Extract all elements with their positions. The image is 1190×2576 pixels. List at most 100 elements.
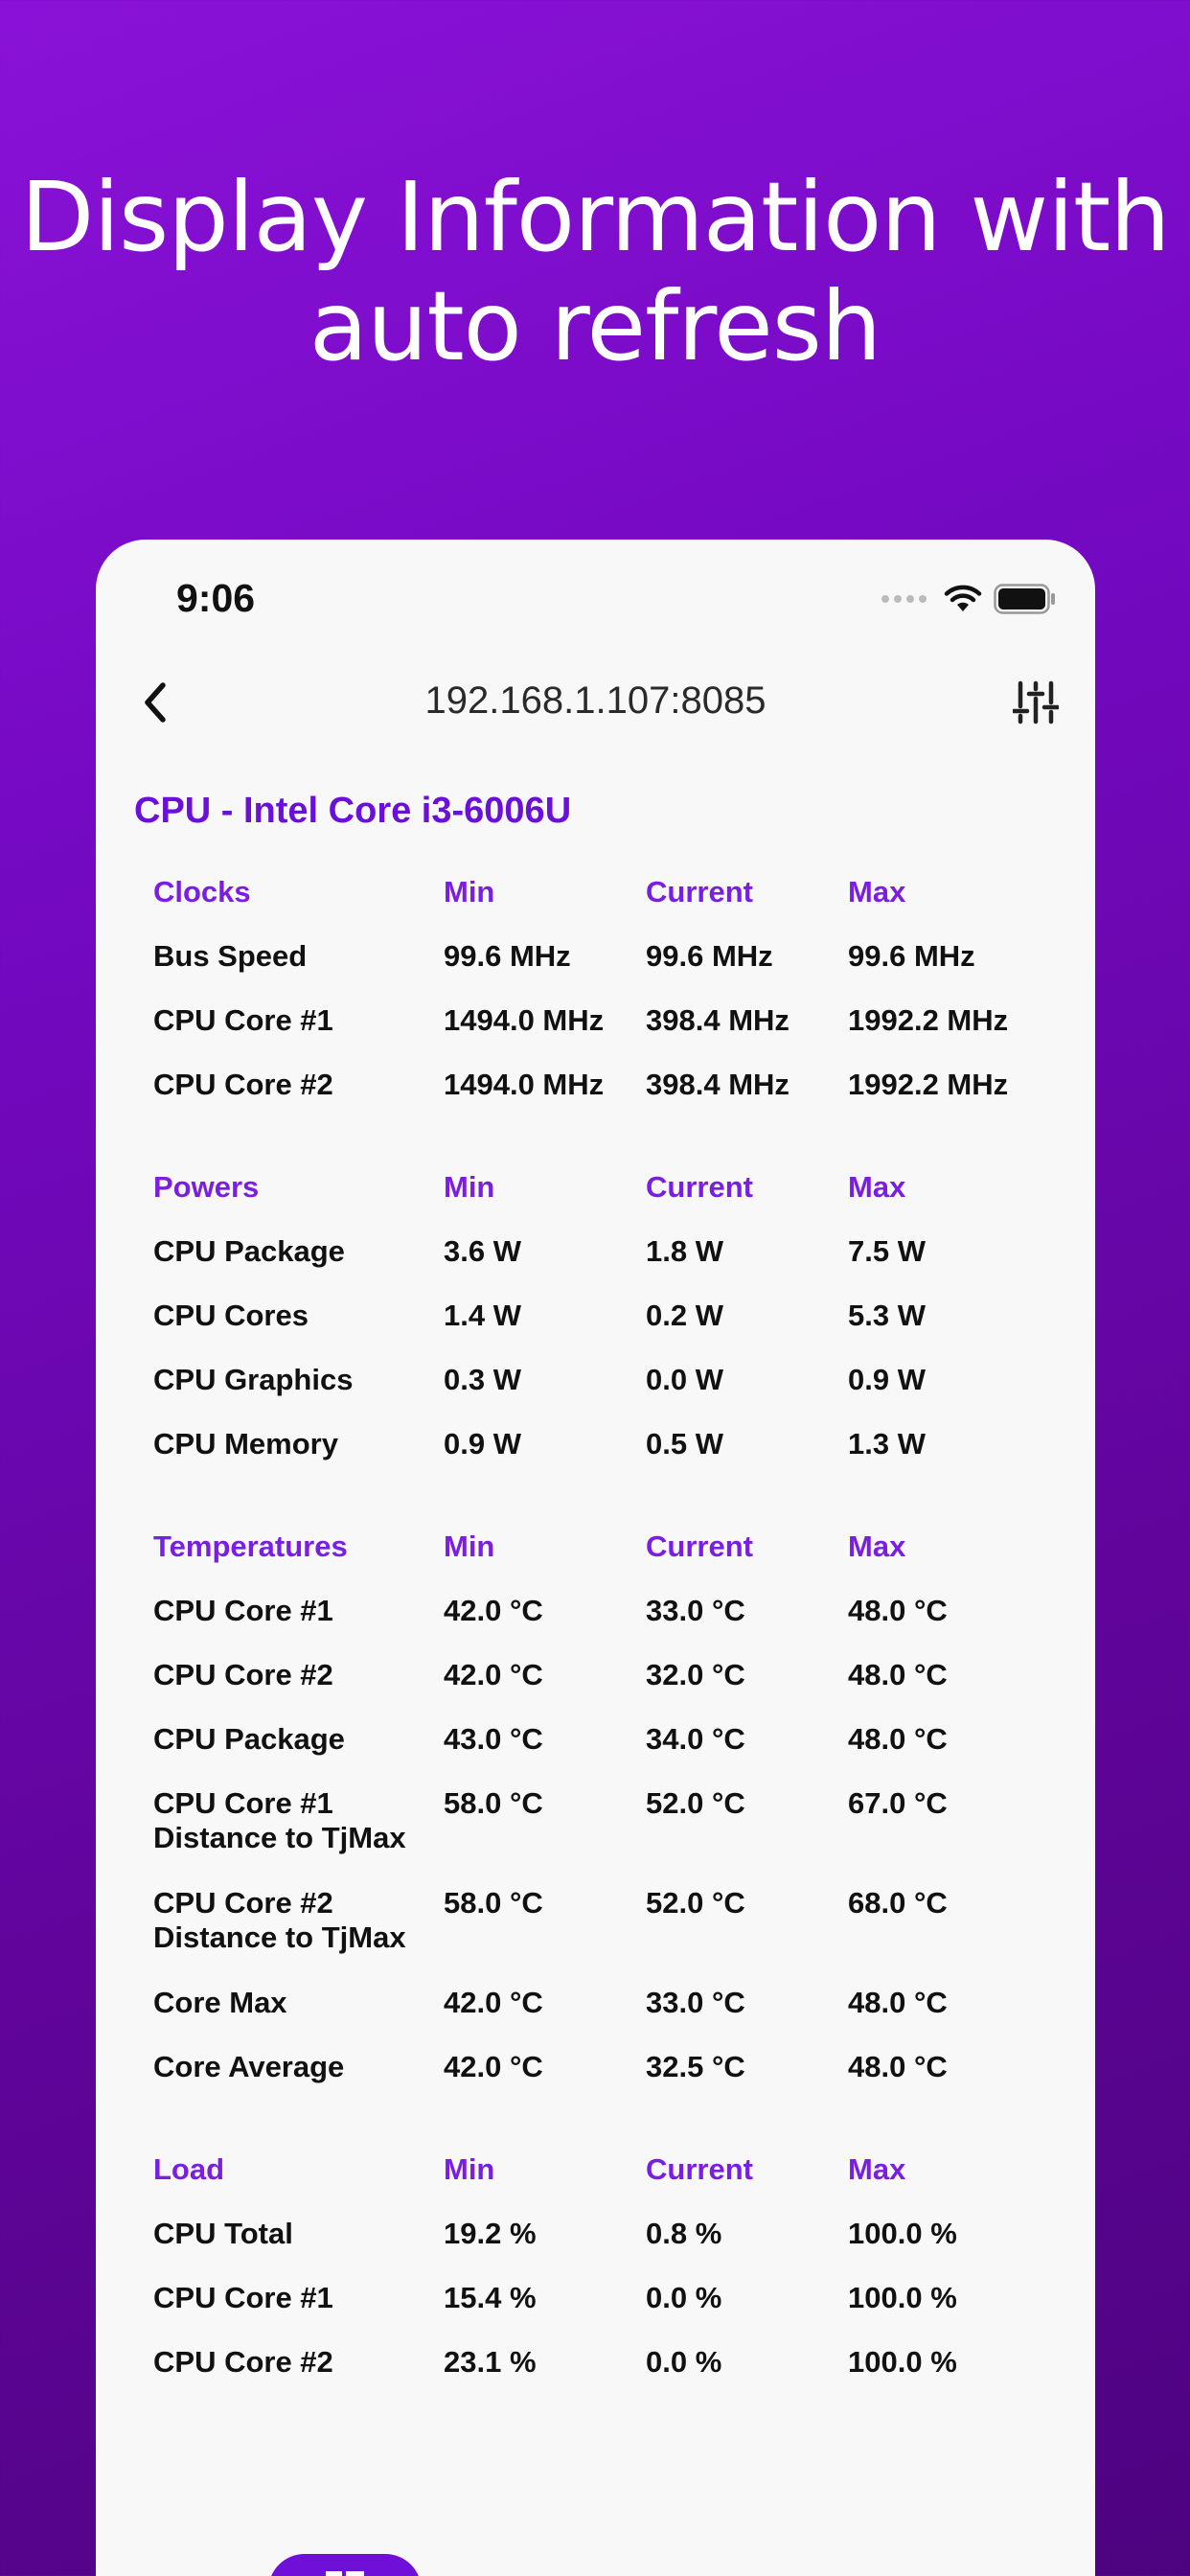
sensor-value: 0.8 % [646,2217,722,2250]
wifi-icon [944,585,982,611]
sensor-value: 42.0 °C [444,1594,543,1627]
group-header-row: Clocks Min Current Max [153,875,1064,939]
sensor-name: Bus Speed [153,939,308,973]
sensor-value: 0.5 W [646,1427,723,1460]
sensor-name: CPU Core #1 [153,1594,333,1627]
sensor-name: CPU Core #2 Distance to TjMax [153,1886,406,1954]
table-row: CPU Package 3.6 W 1.8 W 7.5 W [153,1234,1064,1299]
sensor-value: 1992.2 MHz [848,1068,1009,1101]
column-header: Max [848,2152,906,2186]
sensor-name: CPU Memory [153,1427,338,1460]
table-row: CPU Core #1 15.4 % 0.0 % 100.0 % [153,2281,1064,2345]
nav-bar: 192.168.1.107:8085 [96,664,1095,741]
sensor-value: 1.8 W [646,1234,723,1268]
group-title: Powers [153,1170,260,1204]
sensor-value: 3.6 W [444,1234,521,1268]
sensor-value: 0.0 % [646,2345,722,2379]
group-header-row: Temperatures Min Current Max [153,1530,1064,1594]
sensor-value: 68.0 °C [848,1886,948,1920]
table-row: Core Max 42.0 °C 33.0 °C 48.0 °C [153,1986,1064,2050]
sensor-value: 52.0 °C [646,1886,745,1920]
sensor-name: CPU Cores [153,1299,309,1332]
table-row: CPU Memory 0.9 W 0.5 W 1.3 W [153,1427,1064,1491]
sensor-value: 42.0 °C [444,1986,543,2019]
sensor-value: 15.4 % [444,2281,537,2314]
column-header: Current [646,875,753,908]
group-header-row: Powers Min Current Max [153,1170,1064,1234]
sensor-name: CPU Core #2 [153,2345,333,2379]
sensor-value: 0.0 % [646,2281,722,2314]
column-header: Max [848,875,906,908]
sensor-value: 1992.2 MHz [848,1003,1009,1037]
sensor-value: 0.3 W [444,1363,521,1396]
sensor-value: 1494.0 MHz [444,1068,605,1101]
sensor-value: 398.4 MHz [646,1003,790,1037]
sensor-name: CPU Core #1 [153,1003,333,1037]
table-row: CPU Total 19.2 % 0.8 % 100.0 % [153,2217,1064,2281]
table-row: Bus Speed 99.6 MHz 99.6 MHz 99.6 MHz [153,939,1064,1003]
sensor-group: Powers Min Current Max CPU Package 3.6 W 1.8 W… [153,1170,1064,1491]
sensor-value: 1.3 W [848,1427,926,1460]
group-title: Load [153,2152,225,2186]
group-title: Clocks [153,875,251,908]
sensor-value: 52.0 °C [646,1786,745,1820]
tab-dashboard[interactable] [268,2554,422,2576]
sensor-value: 5.3 W [848,1299,926,1332]
headline-line-1: Display Information with [20,161,1170,273]
status-time: 9:06 [176,576,256,620]
column-header: Min [444,2152,495,2186]
sensor-group: Clocks Min Current Max Bus Speed 99.6 MHz 99.6… [153,875,1064,1132]
table-row: CPU Core #2 Distance to TjMax 58.0 °C 52.0… [153,1886,1064,1986]
tab-more[interactable] [805,2564,881,2576]
sensor-value: 19.2 % [444,2217,537,2250]
battery-icon [994,584,1055,614]
sensor-value: 100.0 % [848,2217,957,2250]
sensor-name: CPU Core #2 [153,1658,333,1691]
status-bar: 9:06 [96,540,1095,635]
sensor-value: 34.0 °C [646,1722,745,1756]
sensor-value: 99.6 MHz [848,939,975,973]
sensor-name: Core Max [153,1986,287,2019]
table-row: Core Average 42.0 °C 32.5 °C 48.0 °C [153,2050,1064,2114]
column-header: Current [646,1530,753,1563]
column-header: Max [848,1530,906,1563]
table-row: CPU Core #1 42.0 °C 33.0 °C 48.0 °C [153,1594,1064,1658]
sensor-value: 42.0 °C [444,1658,543,1691]
sensor-value: 100.0 % [848,2281,957,2314]
table-row: CPU Graphics 0.3 W 0.0 W 0.9 W [153,1363,1064,1427]
column-header: Min [444,1170,495,1204]
sensor-value: 58.0 °C [444,1886,543,1920]
sensor-value: 32.5 °C [646,2050,745,2083]
sensor-group: Load Min Current Max CPU Total 19.2 % 0.8 % 100… [153,2152,1064,2409]
sensor-table: Clocks Min Current Max Bus Speed 99.6 MHz 99.6… [153,875,1064,2448]
column-header: Min [444,875,495,908]
sensor-value: 58.0 °C [444,1786,543,1820]
sensor-value: 0.0 W [646,1363,723,1396]
sensor-name: CPU Package [153,1234,345,1268]
table-row: CPU Core #2 1494.0 MHz 398.4 MHz 1992.2 MHz [153,1068,1064,1132]
group-header-row: Load Min Current Max [153,2152,1064,2217]
headline-line-2: auto refresh [309,270,881,382]
sensor-value: 48.0 °C [848,2050,948,2083]
sensor-value: 0.9 W [444,1427,521,1460]
settings-button[interactable] [1011,678,1061,727]
sensor-value: 99.6 MHz [646,939,773,973]
table-row: CPU Core #2 23.1 % 0.0 % 100.0 % [153,2345,1064,2409]
sensor-name: CPU Total [153,2217,293,2250]
sensor-value: 48.0 °C [848,1722,948,1756]
sensor-value: 398.4 MHz [646,1068,790,1101]
sensor-value: 48.0 °C [848,1594,948,1627]
sensor-value: 67.0 °C [848,1786,948,1820]
sensor-value: 23.1 % [444,2345,537,2379]
sensor-value: 7.5 W [848,1234,926,1268]
table-row: CPU Core #1 Distance to TjMax 58.0 °C 52.0… [153,1786,1064,1886]
section-title: CPU - Intel Core i3-6006U [134,791,572,831]
sensor-name: CPU Core #1 Distance to TjMax [153,1786,406,1854]
sensor-name: CPU Package [153,1722,345,1756]
sensor-value: 33.0 °C [646,1594,745,1627]
sliders-icon [1011,680,1061,724]
sensor-value: 43.0 °C [444,1722,543,1756]
sensor-name: CPU Core #2 [153,1068,333,1101]
headline: Display Information with auto refresh [0,163,1190,381]
sensor-name: Core Average [153,2050,345,2083]
